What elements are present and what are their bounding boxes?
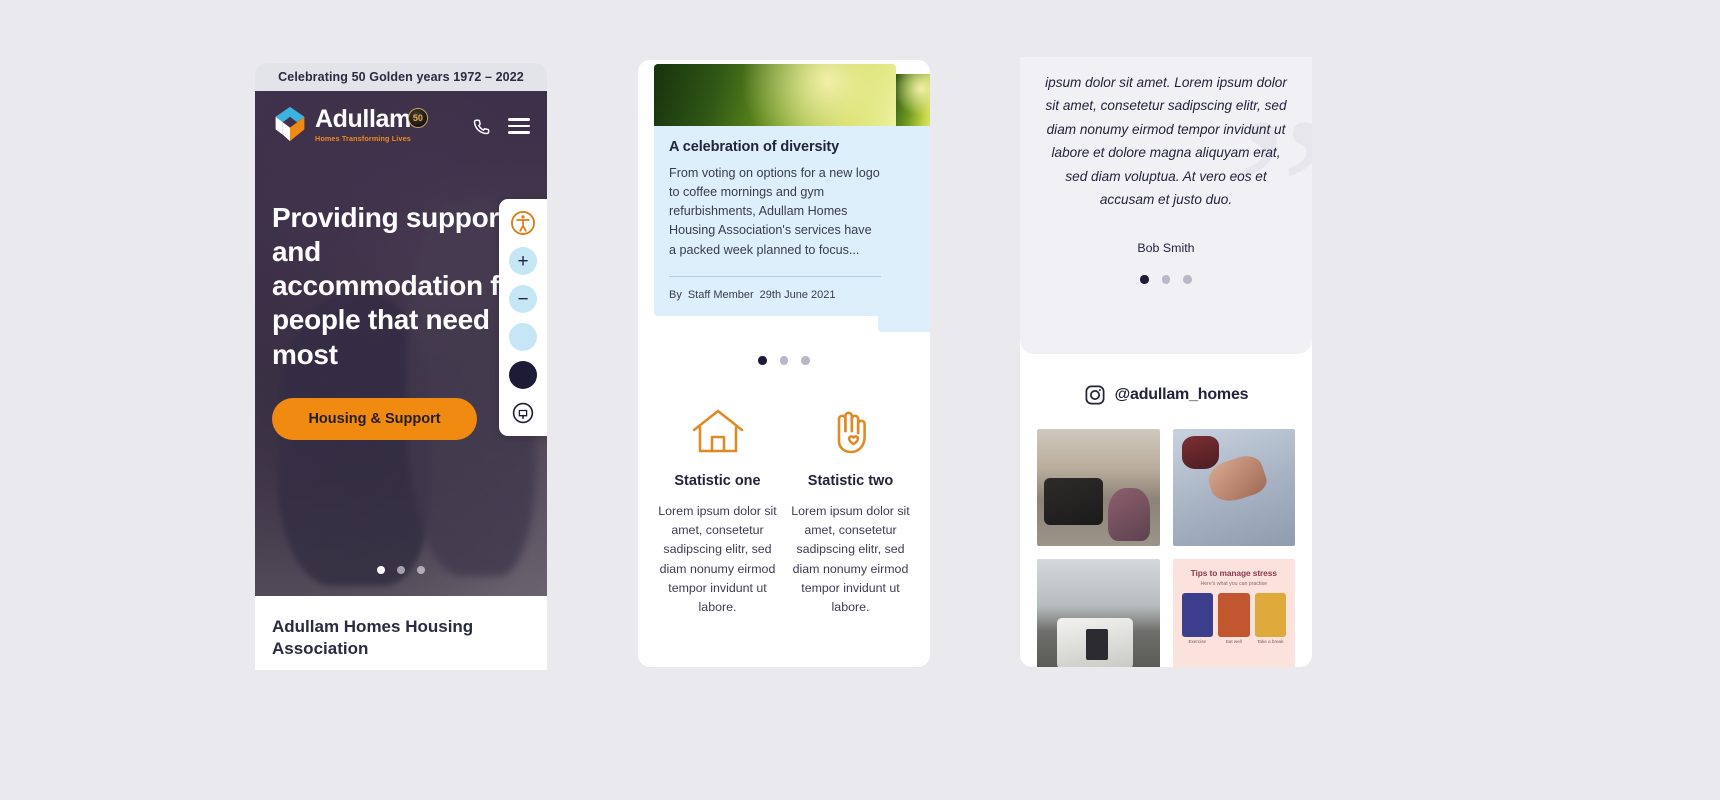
tips-label: Take a break <box>1257 639 1284 644</box>
decrease-text-size-button[interactable]: − <box>509 285 537 313</box>
testimonial-quote: ipsum dolor sit amet. Lorem ipsum dolor … <box>1045 75 1287 207</box>
accessibility-person-icon[interactable] <box>509 209 537 237</box>
housing-support-button[interactable]: Housing & Support <box>272 397 477 440</box>
below-hero-heading: Adullam Homes Housing Association <box>272 617 474 659</box>
news-card-image <box>654 64 896 126</box>
news-card-excerpt: From voting on options for a new logo to… <box>669 166 880 257</box>
hero-title: Providing support and accommodation for … <box>272 202 527 370</box>
home-icon <box>656 405 779 459</box>
logo-50-badge: 50 <box>407 108 428 128</box>
reset-icon[interactable] <box>509 399 537 427</box>
tips-subtitle: Here's what you can practise <box>1200 581 1267 587</box>
instagram-post[interactable] <box>1172 429 1295 546</box>
below-hero-section: Adullam Homes Housing Association <box>255 596 547 670</box>
tips-label: Exercise <box>1188 639 1207 644</box>
statistic-title: Statistic two <box>807 472 894 489</box>
tips-cards <box>1181 593 1286 637</box>
hand-heart-icon <box>789 405 912 459</box>
hero-carousel-dots <box>255 566 547 574</box>
home-glyph <box>692 409 743 452</box>
hero-dot-1[interactable] <box>377 566 385 574</box>
instagram-post[interactable]: Tips to manage stress Here's what you ca… <box>1172 559 1295 667</box>
adullam-logo-mark <box>275 106 305 142</box>
news-carousel-dots <box>638 356 930 365</box>
statistic-text: Lorem ipsum dolor sit amet, consetetur s… <box>658 503 777 615</box>
statistics-section: Statistic one Lorem ipsum dolor sit amet… <box>638 365 930 618</box>
news-card[interactable]: A celebration of diversity From voting o… <box>654 64 896 317</box>
statistic-title: Statistic one <box>674 472 761 489</box>
news-dot-1[interactable] <box>758 356 767 365</box>
news-dot-2[interactable] <box>779 356 789 365</box>
instagram-grid: Tips to manage stress Here's what you ca… <box>1020 429 1312 667</box>
testimonial-section: ” ipsum dolor sit amet. Lorem ipsum dolo… <box>1020 57 1312 354</box>
hero-dot-2[interactable] <box>397 566 405 574</box>
news-dot-3[interactable] <box>801 356 810 365</box>
logo-wordmark: Adullam <box>315 105 411 133</box>
phone-icon[interactable] <box>472 116 492 136</box>
testimonial-author: Bob Smith <box>1137 241 1195 256</box>
tips-title: Tips to manage stress <box>1190 568 1277 578</box>
hand-heart-glyph <box>837 411 866 453</box>
phone-preview-home: Celebrating 50 Golden years 1972 – 2022 <box>255 63 547 670</box>
screenshot-stage: Celebrating 50 Golden years 1972 – 2022 <box>0 0 1720 800</box>
golden-years-banner: Celebrating 50 Golden years 1972 – 2022 <box>255 63 547 91</box>
hero-dot-3[interactable] <box>417 566 425 574</box>
accessibility-glyph <box>511 211 535 235</box>
news-carousel: A celebration of diversity From voting o… <box>638 60 930 350</box>
testimonial-dot-2[interactable] <box>1161 275 1171 284</box>
tips-label: Eat well <box>1225 639 1242 644</box>
statistic-text: Lorem ipsum dolor sit amet, consetetur s… <box>791 503 910 615</box>
site-header: Adullam 50 Homes Transforming Lives <box>255 91 547 143</box>
statistic-item: Statistic two Lorem ipsum dolor sit amet… <box>789 405 912 618</box>
site-logo[interactable]: Adullam 50 Homes Transforming Lives <box>272 105 428 143</box>
tips-card <box>1254 593 1286 637</box>
hamburger-menu-icon[interactable] <box>508 118 530 134</box>
statistic-item: Statistic one Lorem ipsum dolor sit amet… <box>656 405 779 618</box>
news-date: 29th June 2021 <box>759 289 836 302</box>
instagram-header[interactable]: @adullam_homes <box>1020 384 1312 406</box>
testimonial-carousel-dots <box>1040 275 1292 284</box>
testimonial-dot-1[interactable] <box>1140 275 1149 284</box>
phone-preview-testimonial: ” ipsum dolor sit amet. Lorem ipsum dolo… <box>1020 57 1312 667</box>
instagram-post[interactable] <box>1037 559 1160 667</box>
hero-section: Adullam 50 Homes Transforming Lives Prov… <box>255 91 547 596</box>
logo-tagline: Homes Transforming Lives <box>315 134 411 143</box>
news-card-title: A celebration of diversity <box>669 139 840 155</box>
header-actions <box>472 112 530 136</box>
news-author-prefix: By <box>669 289 682 302</box>
instagram-post[interactable] <box>1037 429 1160 546</box>
accessibility-widget: + − <box>499 199 547 436</box>
phone-preview-news: A celebration of diversity From voting o… <box>638 60 930 667</box>
instagram-section: @adullam_homes Tips to manage stress Her… <box>1020 354 1312 667</box>
news-card-divider <box>669 275 881 278</box>
testimonial-dot-3[interactable] <box>1183 275 1192 284</box>
instagram-handle: @adullam_homes <box>1114 386 1249 403</box>
news-card-meta: By Staff Member 29th June 2021 <box>669 289 881 301</box>
light-contrast-swatch[interactable] <box>509 323 537 351</box>
tips-card <box>1218 593 1250 637</box>
tips-card <box>1181 593 1213 637</box>
news-author: Staff Member <box>687 289 754 302</box>
dark-contrast-swatch[interactable] <box>509 361 537 389</box>
tips-card-labels: Exercise Eat well Take a break <box>1182 639 1287 644</box>
instagram-icon <box>1085 385 1105 405</box>
reset-glyph <box>512 402 534 424</box>
increase-text-size-button[interactable]: + <box>509 247 537 275</box>
